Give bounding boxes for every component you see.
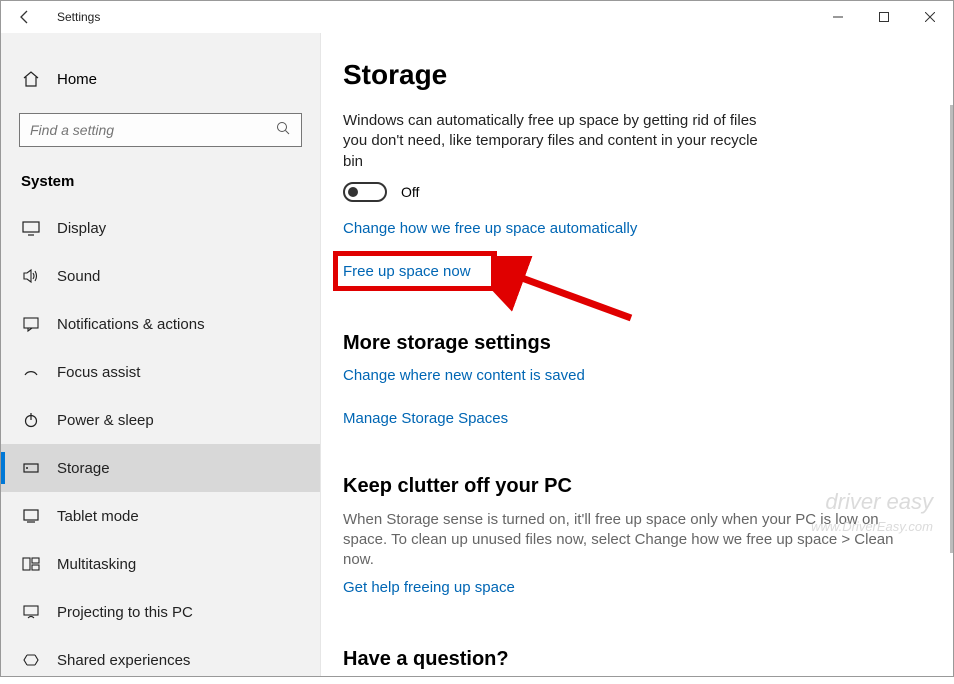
link-change-auto[interactable]: Change how we free up space automaticall… xyxy=(343,220,637,237)
page-heading: Storage xyxy=(343,59,931,91)
nav-label: Shared experiences xyxy=(57,652,190,669)
notifications-icon xyxy=(21,314,41,334)
content-pane: Storage Windows can automatically free u… xyxy=(321,33,953,676)
shared-icon xyxy=(21,650,41,670)
nav-focus-assist[interactable]: Focus assist xyxy=(1,348,320,396)
nav-label: Sound xyxy=(57,268,100,285)
nav-power-sleep[interactable]: Power & sleep xyxy=(1,396,320,444)
nav-notifications[interactable]: Notifications & actions xyxy=(1,300,320,348)
nav-multitasking[interactable]: Multitasking xyxy=(1,540,320,588)
nav-label: Power & sleep xyxy=(57,412,154,429)
link-help-freeing[interactable]: Get help freeing up space xyxy=(343,579,515,596)
nav-label: Notifications & actions xyxy=(57,316,205,333)
nav-label: Display xyxy=(57,220,106,237)
power-icon xyxy=(21,410,41,430)
nav-label: Projecting to this PC xyxy=(57,604,193,621)
home-icon xyxy=(21,69,41,89)
window-title: Settings xyxy=(49,10,100,24)
nav-label: Focus assist xyxy=(57,364,140,381)
sidebar: Home System Display Sound Notification xyxy=(1,33,321,676)
focus-assist-icon xyxy=(21,362,41,382)
link-change-new-content[interactable]: Change where new content is saved xyxy=(343,367,585,384)
back-button[interactable] xyxy=(1,1,49,33)
storage-description: Windows can automatically free up space … xyxy=(343,111,763,172)
nav-projecting[interactable]: Projecting to this PC xyxy=(1,588,320,636)
maximize-button[interactable] xyxy=(861,1,907,33)
minimize-button[interactable] xyxy=(815,1,861,33)
tablet-icon xyxy=(21,506,41,526)
clutter-description: When Storage sense is turned on, it'll f… xyxy=(343,510,923,571)
titlebar: Settings xyxy=(1,1,953,33)
sidebar-section-title: System xyxy=(1,165,320,204)
nav-home-label: Home xyxy=(57,71,97,88)
more-settings-heading: More storage settings xyxy=(343,332,931,355)
link-free-up-now[interactable]: Free up space now xyxy=(343,263,471,280)
window-controls xyxy=(815,1,953,33)
question-heading: Have a question? xyxy=(343,648,931,671)
nav-label: Storage xyxy=(57,460,110,477)
nav-sound[interactable]: Sound xyxy=(1,252,320,300)
sound-icon xyxy=(21,266,41,286)
nav-display[interactable]: Display xyxy=(1,204,320,252)
projecting-icon xyxy=(21,602,41,622)
storage-sense-toggle[interactable] xyxy=(343,182,387,202)
nav-tablet-mode[interactable]: Tablet mode xyxy=(1,492,320,540)
clutter-heading: Keep clutter off your PC xyxy=(343,475,931,498)
nav-home[interactable]: Home xyxy=(1,57,320,101)
toggle-knob xyxy=(348,187,358,197)
toggle-state-label: Off xyxy=(401,184,419,200)
storage-sense-toggle-row: Off xyxy=(343,182,931,202)
nav-label: Multitasking xyxy=(57,556,136,573)
multitasking-icon xyxy=(21,554,41,574)
search-input[interactable] xyxy=(30,122,276,138)
display-icon xyxy=(21,218,41,238)
scrollbar[interactable] xyxy=(950,105,953,553)
close-button[interactable] xyxy=(907,1,953,33)
search-icon xyxy=(276,121,291,139)
nav-storage[interactable]: Storage xyxy=(1,444,320,492)
search-box[interactable] xyxy=(19,113,302,147)
nav-label: Tablet mode xyxy=(57,508,139,525)
link-manage-storage-spaces[interactable]: Manage Storage Spaces xyxy=(343,410,508,427)
storage-icon xyxy=(21,458,41,478)
